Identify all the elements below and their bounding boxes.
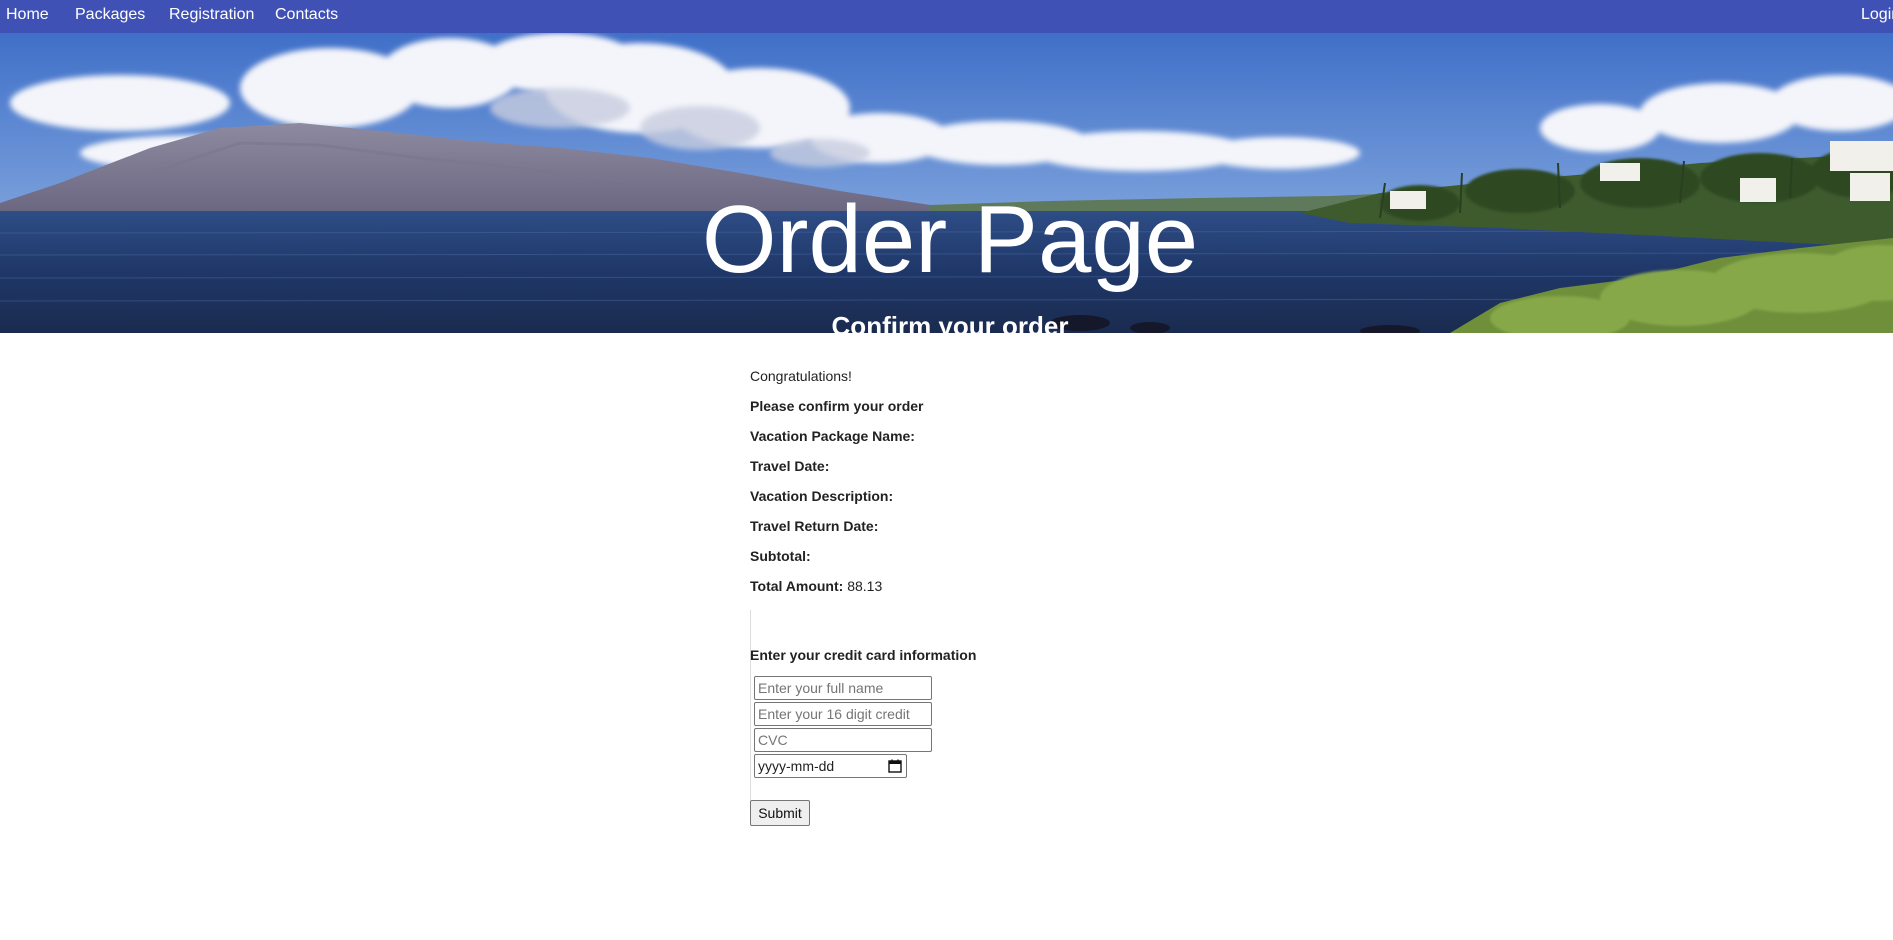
travel-date-row: Travel Date: <box>750 456 829 476</box>
return-date-row: Travel Return Date: <box>750 516 878 536</box>
expiry-date-placeholder: yyyy-mm-dd <box>758 758 835 774</box>
package-name-row: Vacation Package Name: <box>750 426 915 446</box>
travel-date-label: Travel Date: <box>750 458 830 474</box>
full-name-input[interactable] <box>754 676 932 700</box>
nav-login-link[interactable]: Login <box>1861 0 1893 33</box>
nav-contacts-link[interactable]: Contacts <box>275 0 338 33</box>
total-row: Total Amount: 88.13 <box>750 576 882 596</box>
confirm-heading: Please confirm your order <box>750 398 924 414</box>
description-row: Vacation Description: <box>750 486 893 506</box>
cvc-input[interactable] <box>754 728 932 752</box>
nav-registration-link[interactable]: Registration <box>169 0 254 33</box>
page-title: Order Page <box>701 186 1199 293</box>
subtotal-label: Subtotal: <box>750 548 811 564</box>
submit-button[interactable]: Submit <box>750 800 810 826</box>
hero-banner: Order Page Confirm your order <box>0 33 1893 333</box>
form-divider <box>750 610 751 800</box>
credit-card-heading: Enter your credit card information <box>750 647 977 663</box>
total-value: 88.13 <box>847 578 883 594</box>
expiry-date-input[interactable]: yyyy-mm-dd <box>754 754 907 778</box>
top-navbar: Home Packages Registration Contacts Logi… <box>0 0 1893 33</box>
congrats-text: Congratulations! <box>750 368 852 384</box>
nav-packages-link[interactable]: Packages <box>75 0 145 33</box>
return-date-label: Travel Return Date: <box>750 518 879 534</box>
nav-home-link[interactable]: Home <box>6 0 49 33</box>
description-label: Vacation Description: <box>750 488 894 504</box>
card-number-input[interactable] <box>754 702 932 726</box>
page-subtitle: Confirm your order <box>831 311 1069 333</box>
total-label: Total Amount: <box>750 578 844 594</box>
package-name-label: Vacation Package Name: <box>750 428 915 444</box>
subtotal-row: Subtotal: <box>750 546 811 566</box>
calendar-icon[interactable] <box>888 759 902 773</box>
